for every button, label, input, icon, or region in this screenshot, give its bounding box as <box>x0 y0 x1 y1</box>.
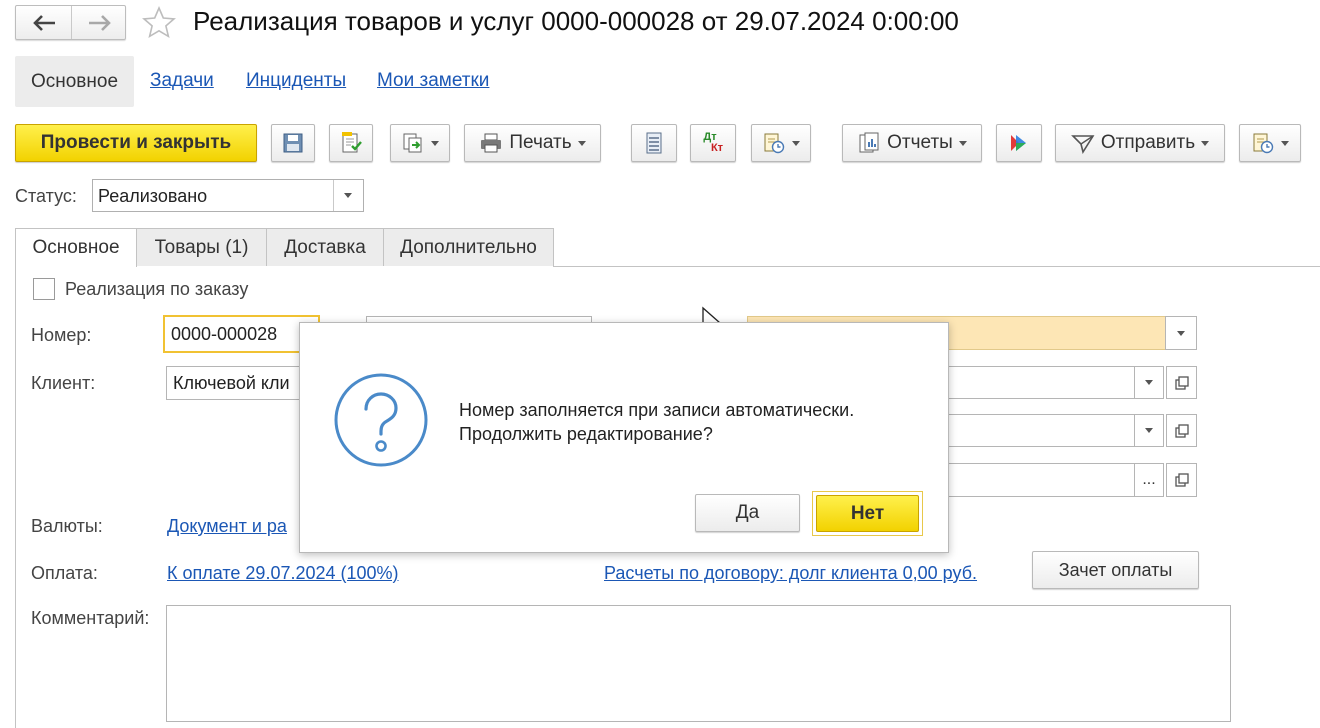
contract-dropdown-button[interactable] <box>1134 366 1164 399</box>
save-button[interactable] <box>271 124 315 162</box>
tab-main[interactable]: Основное <box>15 228 137 267</box>
agreement-input[interactable] <box>940 414 1135 447</box>
create-based-on-button[interactable] <box>390 124 450 162</box>
chevron-down-icon <box>1201 140 1210 146</box>
dialog-message-line2: Продолжить редактирование? <box>459 424 713 444</box>
status-label: Статус: <box>15 186 77 206</box>
print-label: Печать <box>509 132 572 153</box>
section-tasks[interactable]: Задачи <box>150 70 214 92</box>
favorite-star-icon[interactable] <box>141 5 177 41</box>
section-my-notes[interactable]: Мои заметки <box>377 70 489 92</box>
no-button[interactable]: Нет <box>816 495 919 532</box>
agreement-dropdown-button[interactable] <box>1134 414 1164 447</box>
printer-icon <box>481 133 502 153</box>
chevron-down-icon <box>577 140 586 146</box>
document-clock-icon <box>764 133 785 154</box>
chevron-down-icon <box>1281 140 1289 146</box>
section-incidents[interactable]: Инциденты <box>246 70 346 92</box>
print-button[interactable]: Печать <box>464 124 601 162</box>
post-button[interactable] <box>329 124 373 162</box>
history-nav <box>15 5 126 40</box>
partner-input[interactable] <box>940 463 1135 497</box>
tab-goods[interactable]: Товары (1) <box>136 228 267 266</box>
partner-select-button[interactable]: ... <box>1134 463 1164 497</box>
post-and-close-button[interactable]: Провести и закрыть <box>15 124 257 162</box>
chevron-down-icon <box>1145 380 1153 385</box>
currency-link[interactable]: Документ и ра <box>167 516 287 537</box>
attachments-button[interactable] <box>751 124 811 162</box>
yes-button[interactable]: Да <box>695 494 800 532</box>
chevron-down-icon <box>958 140 967 146</box>
back-button[interactable] <box>16 6 71 39</box>
send-button[interactable]: Отправить <box>1055 124 1225 162</box>
dt-kt-button[interactable]: Дт Кт <box>690 124 736 162</box>
confirmation-dialog: Номер заполняется при записи автоматичес… <box>299 322 949 553</box>
number-label: Номер: <box>31 325 92 345</box>
by-order-label: Реализация по заказу <box>65 279 249 299</box>
create-based-on-icon <box>403 133 422 153</box>
status-select[interactable]: Реализовано <box>92 179 364 212</box>
question-icon <box>334 373 428 467</box>
list-structure-icon <box>646 132 662 154</box>
send-paper-plane-icon <box>1070 135 1095 154</box>
chevron-down-icon <box>1145 428 1153 433</box>
payment-offset-button[interactable]: Зачет оплаты <box>1032 551 1199 589</box>
document-clock-icon <box>1253 133 1274 154</box>
structure-button[interactable] <box>631 124 677 162</box>
dialog-message: Номер заполняется при записи автоматичес… <box>459 398 854 446</box>
open-window-icon <box>1174 423 1189 438</box>
dt-kt-icon: Дт Кт <box>703 131 724 154</box>
settlement-link[interactable]: Расчеты по договору: долг клиента 0,00 р… <box>604 563 977 584</box>
open-window-icon <box>1174 473 1189 487</box>
organization-dropdown-button[interactable] <box>1165 316 1197 350</box>
tab-panel-border <box>15 266 16 728</box>
chevron-down-icon <box>431 140 439 146</box>
currency-label: Валюты: <box>31 516 103 536</box>
save-icon <box>283 133 303 153</box>
forward-button[interactable] <box>72 6 127 39</box>
number-input[interactable]: 0000-000028 <box>163 315 320 353</box>
contract-open-button[interactable] <box>1166 366 1197 399</box>
contract-input[interactable] <box>940 366 1135 399</box>
more-actions-button[interactable] <box>1239 124 1301 162</box>
workflow-icon <box>1011 135 1026 151</box>
chevron-down-icon <box>344 193 352 198</box>
post-document-icon <box>342 132 362 153</box>
comment-label: Комментарий: <box>31 608 150 628</box>
payment-schedule-link[interactable]: К оплате 29.07.2024 (100%) <box>167 563 399 584</box>
chevron-down-icon <box>1177 330 1185 336</box>
client-label: Клиент: <box>31 373 96 393</box>
partner-open-button[interactable] <box>1166 463 1197 497</box>
send-label: Отправить <box>1100 132 1196 153</box>
open-window-icon <box>1174 375 1189 390</box>
arrow-right-icon <box>88 14 111 31</box>
reports-button[interactable]: Отчеты <box>842 124 982 162</box>
status-value: Реализовано <box>98 186 208 206</box>
workflow-button[interactable] <box>996 124 1042 162</box>
tab-delivery[interactable]: Доставка <box>266 228 384 266</box>
reports-icon <box>859 132 879 153</box>
chevron-down-icon <box>792 140 800 146</box>
dialog-message-line1: Номер заполняется при записи автоматичес… <box>459 400 855 420</box>
reports-label: Отчеты <box>887 132 953 153</box>
payment-label: Оплата: <box>31 563 98 583</box>
tab-bar-line <box>553 266 1320 267</box>
comment-textarea[interactable] <box>166 605 1231 722</box>
page-title: Реализация товаров и услуг 0000-000028 о… <box>193 6 959 36</box>
by-order-checkbox[interactable] <box>33 278 55 300</box>
client-input[interactable]: Ключевой кли <box>166 366 306 400</box>
tab-additional[interactable]: Дополнительно <box>383 228 554 266</box>
section-main[interactable]: Основное <box>15 56 134 107</box>
arrow-left-icon <box>32 14 55 31</box>
agreement-open-button[interactable] <box>1166 414 1197 447</box>
